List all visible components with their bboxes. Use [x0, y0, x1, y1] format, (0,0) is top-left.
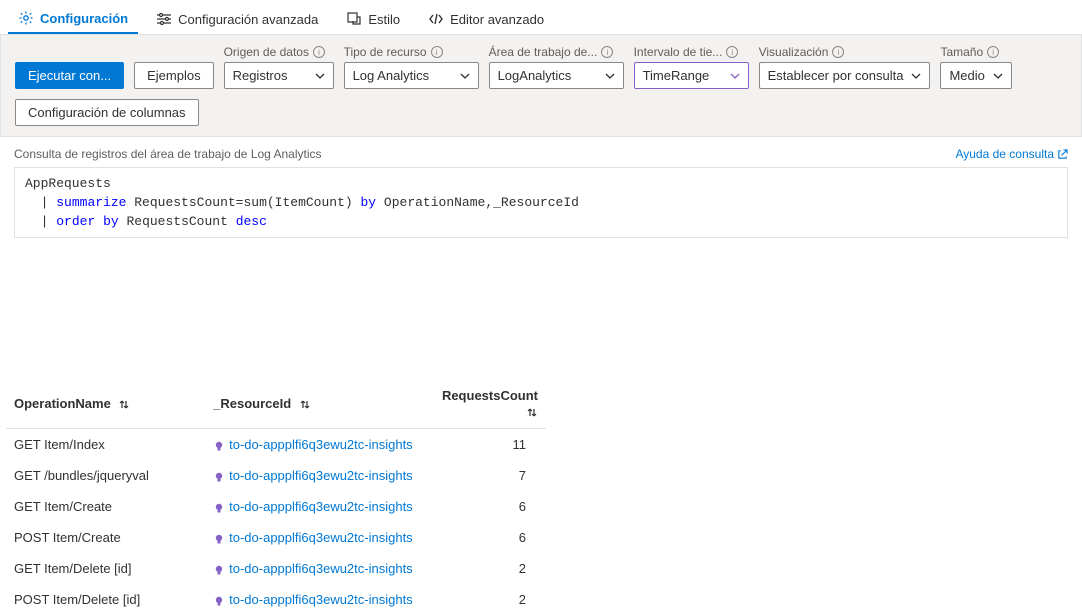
info-icon: i [601, 46, 613, 58]
table-row: GET /bundles/jqueryval to-do-appplfi6q3ew… [6, 460, 546, 491]
tab-advanced-config[interactable]: Configuración avanzada [146, 4, 328, 34]
size-dropdown[interactable]: Medio [940, 62, 1011, 89]
cell-resource: to-do-appplfi6q3ewu2tc-insights [205, 584, 434, 615]
subheader: Consulta de registros del área de trabaj… [0, 137, 1082, 167]
cell-operation: POST Item/Delete [id] [6, 584, 205, 615]
style-icon [346, 11, 362, 27]
help-link-text: Ayuda de consulta [955, 147, 1054, 161]
gear-icon [18, 10, 34, 26]
data-source-label: Origen de datosi [224, 45, 334, 60]
chevron-down-icon [730, 71, 740, 81]
workspace-label: Área de trabajo de...i [489, 45, 624, 60]
toolbar: Ejecutar con... Ejemplos Origen de datos… [0, 35, 1082, 137]
col-resource[interactable]: _ResourceId [205, 378, 434, 429]
tab-label: Configuración avanzada [178, 12, 318, 27]
cell-operation: GET /bundles/jqueryval [6, 460, 205, 491]
resource-link[interactable]: to-do-appplfi6q3ewu2tc-insights [229, 592, 413, 607]
insights-icon [213, 502, 225, 514]
insights-icon [213, 533, 225, 545]
insights-icon [213, 440, 225, 452]
size-label: Tamañoi [940, 45, 1011, 60]
timerange-dropdown[interactable]: TimeRange [634, 62, 749, 89]
query-subtitle: Consulta de registros del área de trabaj… [14, 147, 322, 161]
info-icon: i [726, 46, 738, 58]
resource-link[interactable]: to-do-appplfi6q3ewu2tc-insights [229, 561, 413, 576]
resource-link[interactable]: to-do-appplfi6q3ewu2tc-insights [229, 468, 413, 483]
insights-icon [213, 471, 225, 483]
info-icon: i [832, 46, 844, 58]
visualization-dropdown[interactable]: Establecer por consulta [759, 62, 931, 89]
sort-icon [526, 406, 538, 418]
table-row: POST Item/Delete [id] to-do-appplfi6q3ewu… [6, 584, 546, 615]
cell-operation: GET Item/Create [6, 491, 205, 522]
tab-advanced-editor[interactable]: Editor avanzado [418, 4, 554, 34]
cell-resource: to-do-appplfi6q3ewu2tc-insights [205, 460, 434, 491]
cell-count: 6 [434, 491, 546, 522]
cell-resource: to-do-appplfi6q3ewu2tc-insights [205, 429, 434, 461]
cell-resource: to-do-appplfi6q3ewu2tc-insights [205, 522, 434, 553]
cell-resource: to-do-appplfi6q3ewu2tc-insights [205, 491, 434, 522]
visualization-label: Visualizacióni [759, 45, 931, 60]
tab-label: Configuración [40, 11, 128, 26]
chevron-down-icon [460, 71, 470, 81]
chevron-down-icon [911, 71, 921, 81]
chevron-down-icon [315, 71, 325, 81]
table-row: GET Item/Create to-do-appplfi6q3ewu2tc-in… [6, 491, 546, 522]
data-source-dropdown[interactable]: Registros [224, 62, 334, 89]
cell-operation: GET Item/Index [6, 429, 205, 461]
query-help-link[interactable]: Ayuda de consulta [955, 147, 1068, 161]
tab-label: Editor avanzado [450, 12, 544, 27]
col-count[interactable]: RequestsCount [434, 378, 546, 429]
dropdown-value: Medio [949, 68, 984, 83]
tab-bar: Configuración Configuración avanzada Est… [0, 0, 1082, 35]
table-row: GET Item/Delete [id] to-do-appplfi6q3ewu2… [6, 553, 546, 584]
info-icon: i [431, 46, 443, 58]
cell-count: 7 [434, 460, 546, 491]
info-icon: i [987, 46, 999, 58]
tab-configuration[interactable]: Configuración [8, 4, 138, 34]
resource-type-label: Tipo de recursoi [344, 45, 479, 60]
dropdown-value: Registros [233, 68, 288, 83]
resource-link[interactable]: to-do-appplfi6q3ewu2tc-insights [229, 530, 413, 545]
code-icon [428, 11, 444, 27]
dropdown-value: Log Analytics [353, 68, 430, 83]
results-table-wrap: OperationName _ResourceId RequestsCount … [6, 378, 1076, 615]
cell-resource: to-do-appplfi6q3ewu2tc-insights [205, 553, 434, 584]
tab-label: Estilo [368, 12, 400, 27]
sort-icon [299, 398, 311, 410]
dropdown-value: TimeRange [643, 68, 710, 83]
timerange-label: Intervalo de tie...i [634, 45, 749, 60]
table-row: GET Item/Index to-do-appplfi6q3ewu2tc-ins… [6, 429, 546, 461]
external-link-icon [1057, 149, 1068, 160]
cell-count: 2 [434, 584, 546, 615]
dropdown-value: LogAnalytics [498, 68, 572, 83]
info-icon: i [313, 46, 325, 58]
examples-button[interactable]: Ejemplos [134, 62, 213, 89]
sort-icon [118, 398, 130, 410]
cell-operation: POST Item/Create [6, 522, 205, 553]
table-row: POST Item/Create to-do-appplfi6q3ewu2tc-i… [6, 522, 546, 553]
column-config-button[interactable]: Configuración de columnas [15, 99, 199, 126]
dropdown-value: Establecer por consulta [768, 68, 904, 83]
results-table: OperationName _ResourceId RequestsCount … [6, 378, 546, 615]
query-editor[interactable]: AppRequests | summarize RequestsCount=su… [14, 167, 1068, 238]
sliders-icon [156, 11, 172, 27]
resource-type-dropdown[interactable]: Log Analytics [344, 62, 479, 89]
cell-count: 11 [434, 429, 546, 461]
chevron-down-icon [605, 71, 615, 81]
cell-count: 6 [434, 522, 546, 553]
workspace-dropdown[interactable]: LogAnalytics [489, 62, 624, 89]
cell-count: 2 [434, 553, 546, 584]
insights-icon [213, 595, 225, 607]
resource-link[interactable]: to-do-appplfi6q3ewu2tc-insights [229, 499, 413, 514]
tab-style[interactable]: Estilo [336, 4, 410, 34]
resource-link[interactable]: to-do-appplfi6q3ewu2tc-insights [229, 437, 413, 452]
col-operation[interactable]: OperationName [6, 378, 205, 429]
cell-operation: GET Item/Delete [id] [6, 553, 205, 584]
chevron-down-icon [993, 71, 1003, 81]
run-query-button[interactable]: Ejecutar con... [15, 62, 124, 89]
